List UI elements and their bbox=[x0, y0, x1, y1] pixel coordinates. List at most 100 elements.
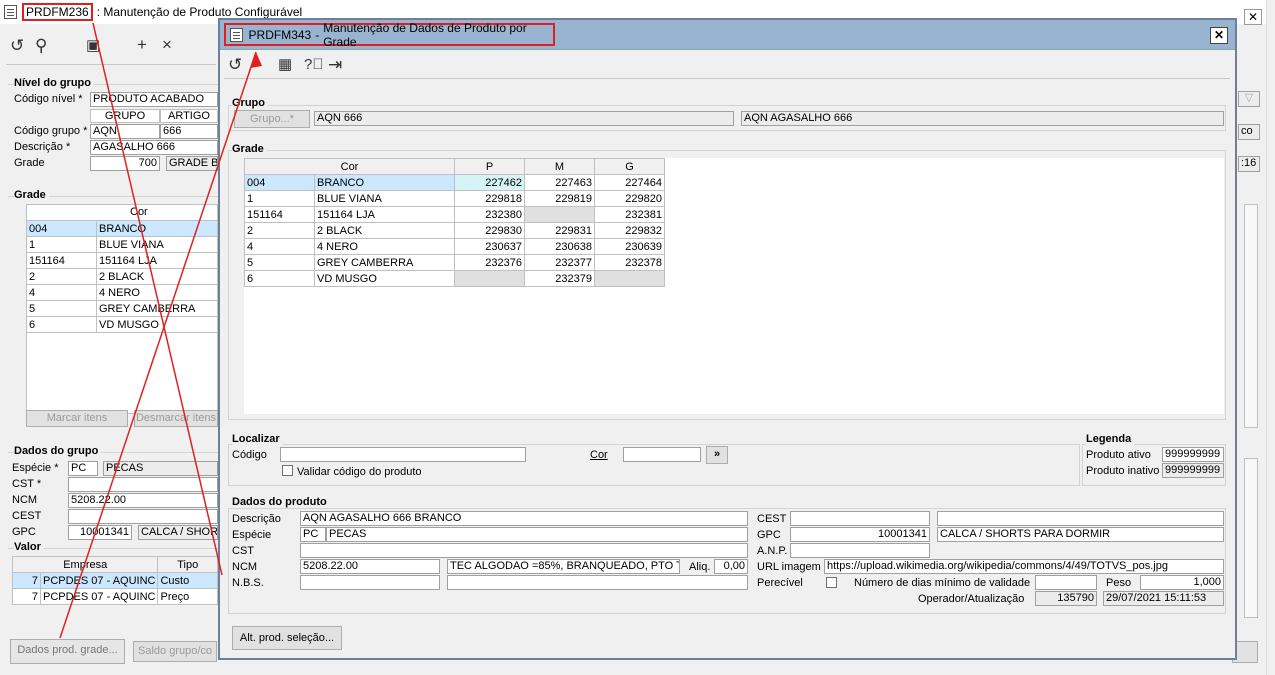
produto-especie-field[interactable]: PC bbox=[300, 527, 326, 542]
save-icon[interactable]: ▣ bbox=[86, 37, 100, 55]
grade-cell-g[interactable]: 229832 bbox=[594, 222, 665, 239]
produto-cst-field[interactable] bbox=[300, 543, 748, 558]
grade-cell-p[interactable]: 229830 bbox=[454, 222, 525, 239]
url-imagem-field[interactable]: https://upload.wikimedia.org/wikipedia/c… bbox=[824, 559, 1224, 574]
exit-icon[interactable]: ⇥ bbox=[328, 56, 342, 74]
artigo-column-header: ARTIGO bbox=[160, 109, 218, 123]
grade-cell-g[interactable]: 227464 bbox=[594, 174, 665, 191]
produto-inativo-sample: 999999999 bbox=[1162, 463, 1224, 478]
grade-cell-m[interactable]: 227463 bbox=[524, 174, 595, 191]
background-close-button[interactable]: ✕ bbox=[1244, 9, 1262, 25]
search-icon[interactable]: ⚲ bbox=[35, 37, 47, 55]
produto-gpc-field[interactable]: 10001341 bbox=[790, 527, 930, 542]
grade-cell-m[interactable]: 232377 bbox=[524, 254, 595, 271]
background-grade-row[interactable]: 004 BRANCO bbox=[26, 220, 218, 237]
empresa-column-header: Empresa bbox=[11, 556, 159, 573]
grupo-lookup-button[interactable]: Grupo...* bbox=[234, 110, 310, 128]
background-grade-row[interactable]: 22 BLACK bbox=[26, 268, 218, 285]
row-cor: BLUE VIANA bbox=[96, 236, 218, 253]
valor-empresa-code: 7 bbox=[12, 572, 41, 589]
grade-cell-g[interactable]: 232381 bbox=[594, 206, 665, 223]
saldo-grupo-button[interactable]: Saldo grupo/co bbox=[133, 641, 217, 662]
grade-cell-m[interactable]: 229819 bbox=[524, 190, 595, 207]
codigo-grupo-field[interactable]: AQN bbox=[90, 124, 160, 139]
grade-row[interactable]: 22 BLACK 229830 229831 229832 bbox=[244, 222, 665, 239]
grade-cell-m[interactable]: 230638 bbox=[524, 238, 595, 255]
grupo-description-field: AQN AGASALHO 666 bbox=[741, 111, 1224, 126]
aliquota-field[interactable]: 0,00 bbox=[714, 559, 748, 574]
grade-cell-p[interactable]: 232380 bbox=[454, 206, 525, 223]
grade-cell-g[interactable]: 232378 bbox=[594, 254, 665, 271]
refresh-icon[interactable]: ↺ bbox=[228, 56, 242, 74]
grade-cell-g[interactable]: 230639 bbox=[594, 238, 665, 255]
grade-row-code: 151164 bbox=[244, 206, 315, 223]
right-scrollbar[interactable] bbox=[1244, 204, 1258, 428]
grade-cell-g[interactable]: 229820 bbox=[594, 190, 665, 207]
cest-field[interactable] bbox=[68, 509, 218, 524]
grade-cell-m[interactable]: 229831 bbox=[524, 222, 595, 239]
desmarcar-itens-button[interactable]: Desmarcar itens bbox=[134, 410, 218, 427]
grade-row-cor: GREY CAMBERRA bbox=[314, 254, 455, 271]
ncm-field[interactable]: 5208.22.00 bbox=[68, 493, 218, 508]
right-partial-field-1: ▽ bbox=[1238, 91, 1260, 107]
perecivel-checkbox[interactable] bbox=[826, 577, 837, 588]
dialog-app-code: PRDFM343 bbox=[248, 27, 312, 42]
produto-descricao-field[interactable]: AQN AGASALHO 666 BRANCO bbox=[300, 511, 748, 526]
delete-icon[interactable]: × bbox=[162, 36, 172, 54]
codigo-nivel-label: Código nível * bbox=[14, 93, 83, 105]
grade-row[interactable]: 151164 151164 LJA 232380 232381 bbox=[244, 206, 665, 223]
codigo-nivel-field[interactable]: PRODUTO ACABADO bbox=[90, 92, 218, 107]
produto-cst-label: CST bbox=[232, 545, 254, 557]
grade-cell-m[interactable]: 232379 bbox=[524, 270, 595, 287]
localizar-cor-input[interactable] bbox=[623, 447, 701, 462]
background-grade-row[interactable]: 6 VD MUSGO bbox=[26, 316, 218, 333]
produto-nbs-field[interactable] bbox=[300, 575, 440, 590]
peso-field[interactable]: 1,000 bbox=[1140, 575, 1224, 590]
dialog-close-button[interactable]: ✕ bbox=[1210, 27, 1228, 44]
gpc-field[interactable]: 10001341 bbox=[68, 525, 132, 540]
produto-ncm-field[interactable]: 5208.22.00 bbox=[300, 559, 440, 574]
dias-validade-field[interactable] bbox=[1035, 575, 1097, 590]
grade-field[interactable]: 700 bbox=[90, 156, 160, 171]
undo-icon[interactable]: ↺ bbox=[10, 37, 24, 55]
grade-cell-g[interactable] bbox=[594, 270, 665, 287]
background-grade-row[interactable]: 151164 151164 LJA bbox=[26, 252, 218, 269]
grade-cell-p[interactable] bbox=[454, 270, 525, 287]
valor-row[interactable]: 7 PCPDES 07 - AQUINC Custo bbox=[12, 572, 218, 589]
localizar-go-button[interactable]: » bbox=[706, 446, 728, 464]
localizar-codigo-input[interactable] bbox=[280, 447, 526, 462]
row-cor: 2 BLACK bbox=[96, 268, 218, 285]
valor-row[interactable]: 7 PCPDES 07 - AQUINC Preço bbox=[12, 588, 218, 605]
especie-description: PECAS bbox=[103, 461, 218, 476]
calendar-icon[interactable]: ▦ bbox=[278, 56, 292, 74]
background-grade-row[interactable]: 44 NERO bbox=[26, 284, 218, 301]
grade-row-cor: 4 NERO bbox=[314, 238, 455, 255]
grade-row[interactable]: 44 NERO 230637 230638 230639 bbox=[244, 238, 665, 255]
localizar-codigo-label: Código bbox=[232, 449, 267, 461]
descricao-field[interactable]: AGASALHO 666 bbox=[90, 140, 218, 155]
grade-row[interactable]: 004 BRANCO 227462 227463 227464 bbox=[244, 174, 665, 191]
especie-field[interactable]: PC bbox=[68, 461, 98, 476]
grade-cell-p[interactable]: 229818 bbox=[454, 190, 525, 207]
marcar-itens-button[interactable]: Marcar itens bbox=[26, 410, 128, 427]
artigo-field[interactable]: 666 bbox=[160, 124, 218, 139]
grade-cell-p[interactable]: 230637 bbox=[454, 238, 525, 255]
alt-prod-selecao-button[interactable]: Alt. prod. seleção... bbox=[232, 626, 342, 650]
right-scrollbar-lower[interactable] bbox=[1244, 458, 1258, 618]
grade-cell-p[interactable]: 227462 bbox=[454, 174, 525, 191]
dados-prod-grade-button[interactable]: Dados prod. grade... bbox=[10, 639, 125, 664]
grade-row[interactable]: 1 BLUE VIANA 229818 229819 229820 bbox=[244, 190, 665, 207]
cst-field[interactable] bbox=[68, 477, 218, 492]
grade-cell-m[interactable] bbox=[524, 206, 595, 223]
background-grade-row[interactable]: 5 GREY CAMBERRA bbox=[26, 300, 218, 317]
grade-row[interactable]: 6 VD MUSGO 232379 bbox=[244, 270, 665, 287]
produto-cest-field[interactable] bbox=[790, 511, 930, 526]
anp-field[interactable] bbox=[790, 543, 930, 558]
help-icon[interactable]: ?⃝ bbox=[304, 56, 324, 74]
background-grade-row[interactable]: 1 BLUE VIANA bbox=[26, 236, 218, 253]
validar-checkbox[interactable] bbox=[282, 465, 293, 476]
grade-cell-p[interactable]: 232376 bbox=[454, 254, 525, 271]
add-icon[interactable]: + bbox=[137, 36, 147, 54]
valor-title: Valor bbox=[14, 541, 44, 553]
grade-row[interactable]: 5 GREY CAMBERRA 232376 232377 232378 bbox=[244, 254, 665, 271]
